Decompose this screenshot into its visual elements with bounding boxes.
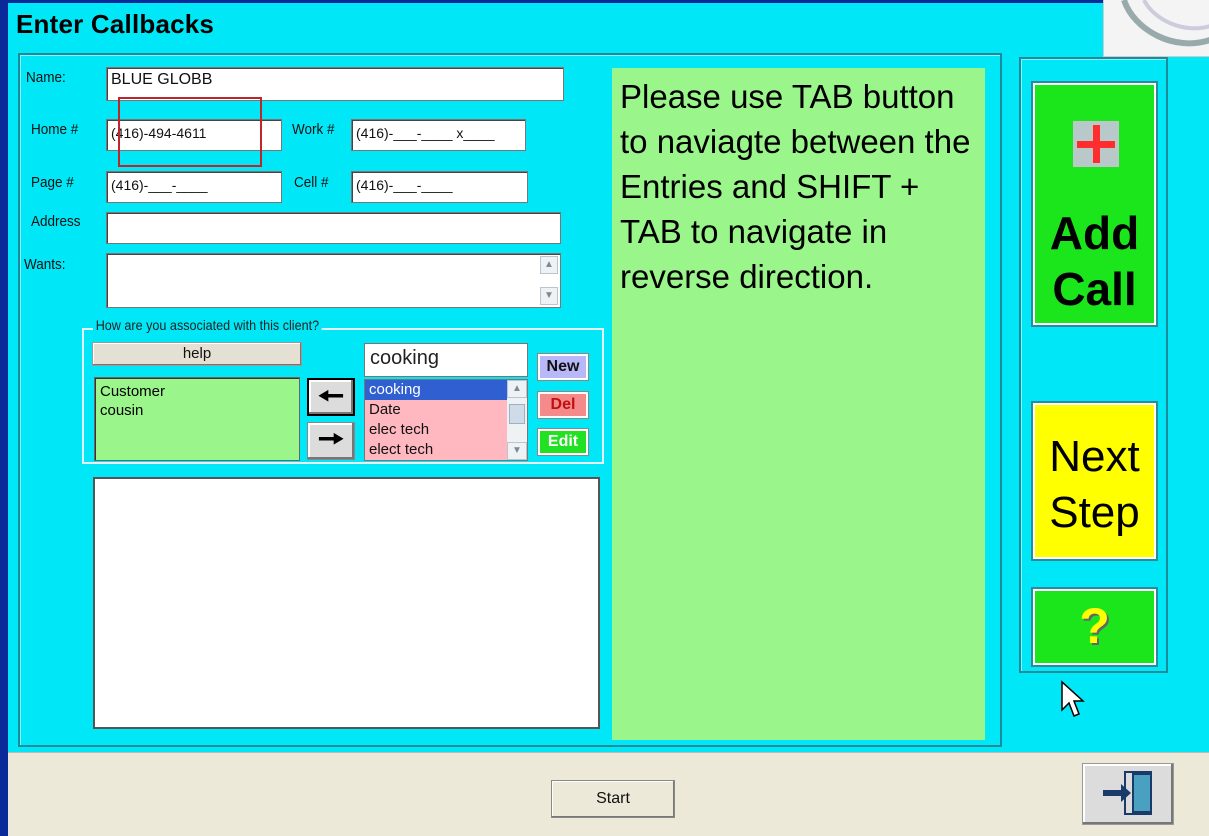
chevron-down-icon[interactable]: ▼ [540, 287, 558, 305]
cell-phone-label: Cell # [294, 174, 329, 191]
next-step-button[interactable]: Next Step [1031, 401, 1158, 561]
new-association-button[interactable]: New [537, 353, 589, 381]
instructions-text: Please use TAB button to naviagte betwee… [620, 78, 971, 295]
association-help-button[interactable]: help [92, 342, 302, 366]
name-field[interactable]: BLUE GLOBB [106, 67, 564, 101]
name-label: Name: [26, 69, 66, 86]
question-icon: ? [1079, 598, 1110, 654]
plus-icon [1073, 121, 1119, 167]
edit-association-button[interactable]: Edit [537, 428, 589, 456]
wants-scrollbar[interactable]: ▲ ▼ [540, 256, 558, 305]
home-phone-label: Home # [31, 121, 79, 138]
delete-association-button[interactable]: Del [537, 391, 589, 419]
pager-label: Page # [31, 174, 74, 191]
arrow-right-icon: 🠖 [317, 423, 345, 456]
association-search-input[interactable]: cooking [364, 343, 528, 377]
chevron-up-icon[interactable]: ▲ [507, 380, 527, 398]
enter-callbacks-window: Enter Callbacks Name: BLUE GLOBB Home # … [8, 3, 1209, 835]
list-item[interactable]: elec tech [365, 420, 527, 440]
list-item[interactable]: cooking [365, 380, 527, 400]
work-phone-label: Work # [292, 121, 335, 138]
move-left-button[interactable]: 🠔 [307, 378, 355, 416]
wants-field[interactable]: ▲ ▼ [106, 253, 561, 308]
help-button[interactable]: ? [1031, 587, 1158, 667]
exit-door-icon [1103, 771, 1152, 815]
add-call-label-line1: Add [1049, 207, 1140, 259]
next-step-label-line1: Next [1049, 432, 1140, 481]
next-step-label: Next Step [1035, 429, 1154, 541]
wants-label: Wants: [24, 256, 66, 273]
selected-associations-list[interactable]: Customer cousin [94, 377, 300, 461]
work-phone-field[interactable]: (416)-___-____ x____ [351, 119, 526, 151]
window-corner-decoration [1103, 0, 1209, 57]
list-item[interactable]: Customer [100, 382, 294, 401]
options-scrollbar[interactable]: ▲ ▼ [507, 380, 527, 460]
chevron-up-icon[interactable]: ▲ [540, 256, 558, 274]
association-options-list[interactable]: cooking Date elec tech elect tech ▲ ▼ [364, 379, 528, 461]
start-button[interactable]: Start [551, 780, 675, 818]
list-item[interactable]: cousin [100, 401, 294, 420]
list-item[interactable]: Date [365, 400, 527, 420]
add-call-button[interactable]: Add Call [1031, 81, 1158, 327]
association-group-title: How are you associated with this client? [93, 317, 322, 333]
cell-phone-field[interactable]: (416)-___-____ [351, 171, 528, 203]
add-call-label: Add Call [1035, 205, 1154, 317]
pager-field[interactable]: (416)-___-____ [106, 171, 282, 203]
exit-button[interactable] [1082, 763, 1174, 825]
corner-swirl-icon [1121, 0, 1209, 47]
window-title: Enter Callbacks [16, 9, 215, 39]
address-label: Address [31, 213, 81, 230]
notes-area[interactable] [93, 477, 600, 729]
address-field[interactable] [106, 212, 561, 244]
home-phone-highlight-box [118, 97, 262, 167]
list-item[interactable]: elect tech [365, 440, 527, 460]
move-right-button[interactable]: 🠖 [307, 422, 355, 460]
instructions-panel: Please use TAB button to naviagte betwee… [612, 68, 985, 740]
chevron-down-icon[interactable]: ▼ [507, 442, 527, 460]
arrow-left-icon: 🠔 [317, 380, 345, 413]
add-call-label-line2: Call [1052, 263, 1137, 315]
scrollbar-thumb[interactable] [509, 404, 525, 424]
mouse-cursor-icon [1061, 680, 1085, 717]
next-step-label-line2: Step [1049, 488, 1140, 537]
